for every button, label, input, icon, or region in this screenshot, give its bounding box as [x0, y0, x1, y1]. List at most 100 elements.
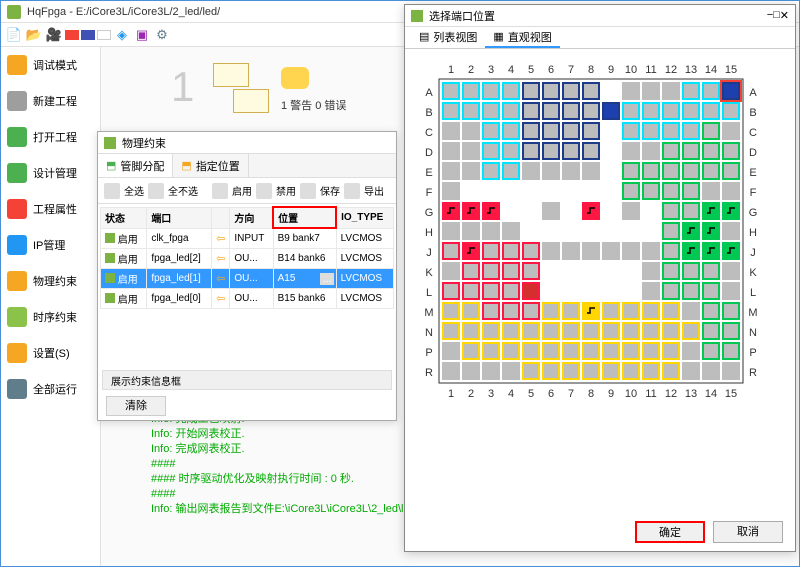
pin-cell[interactable]	[643, 303, 659, 319]
sidebar-item-6[interactable]: 物理约束	[1, 263, 100, 299]
pin-cell[interactable]	[583, 363, 599, 379]
pin-cell[interactable]	[483, 83, 499, 99]
pin-cell[interactable]	[703, 183, 719, 199]
pin-cell[interactable]	[563, 163, 579, 179]
pin-cell[interactable]	[723, 283, 739, 299]
pin-cell[interactable]	[723, 103, 739, 119]
pin-cell[interactable]	[543, 343, 559, 359]
pin-cell[interactable]	[683, 243, 699, 259]
pin-cell[interactable]	[543, 103, 559, 119]
pin-cell[interactable]	[683, 183, 699, 199]
pin-cell[interactable]	[523, 263, 539, 279]
pin-cell[interactable]	[623, 163, 639, 179]
pin-cell[interactable]	[523, 303, 539, 319]
pin-cell[interactable]	[523, 83, 539, 99]
pin-cell[interactable]	[443, 363, 459, 379]
pin-cell[interactable]	[703, 203, 719, 219]
pin-cell[interactable]	[723, 183, 739, 199]
ellipsis-button[interactable]: ...	[320, 273, 333, 285]
pin-cell[interactable]	[583, 343, 599, 359]
pin-cell[interactable]	[583, 123, 599, 139]
pin-cell[interactable]	[683, 263, 699, 279]
pin-cell[interactable]	[483, 123, 499, 139]
pin-cell[interactable]	[563, 343, 579, 359]
pin-cell[interactable]	[463, 283, 479, 299]
pin-cell[interactable]	[543, 243, 559, 259]
pin-cell[interactable]	[663, 343, 679, 359]
pin-cell[interactable]	[623, 103, 639, 119]
pin-cell[interactable]	[543, 323, 559, 339]
pin-cell[interactable]	[503, 263, 519, 279]
col-dir[interactable]: 方向	[230, 207, 273, 228]
sidebar-item-0[interactable]: 调试模式	[1, 47, 100, 83]
sidebar-item-5[interactable]: IP管理	[1, 227, 100, 263]
sidebar-item-3[interactable]: 设计管理	[1, 155, 100, 191]
pin-cell[interactable]	[643, 283, 659, 299]
table-row[interactable]: 启用fpga_led[2]⇦OU...B14 bank6LVCMOS	[101, 248, 394, 268]
pin-cell[interactable]	[703, 343, 719, 359]
pin-cell[interactable]	[723, 143, 739, 159]
pin-cell[interactable]	[463, 363, 479, 379]
pin-cell[interactable]	[503, 143, 519, 159]
pin-cell[interactable]	[563, 123, 579, 139]
pin-cell[interactable]	[563, 83, 579, 99]
pin-grid[interactable]: 1122334455667788991010111112121313141415…	[405, 49, 795, 437]
pin-cell[interactable]	[483, 263, 499, 279]
pin-cell[interactable]	[523, 243, 539, 259]
table-row[interactable]: 启用fpga_led[0]⇦OU...B15 bank6LVCMOS	[101, 288, 394, 308]
clear-button[interactable]: 清除	[106, 396, 166, 416]
gear-icon[interactable]: ⚙	[153, 26, 171, 44]
pin-cell[interactable]	[583, 203, 599, 219]
pin-cell[interactable]	[643, 323, 659, 339]
pin-cell[interactable]	[583, 83, 599, 99]
pin-cell[interactable]	[523, 343, 539, 359]
pin-cell[interactable]	[503, 283, 519, 299]
pin-cell[interactable]	[443, 83, 459, 99]
pin-cell[interactable]	[723, 83, 739, 99]
pin-cell[interactable]	[683, 163, 699, 179]
tab-pin-assign[interactable]: ⬒管脚分配	[98, 154, 173, 177]
pin-cell[interactable]	[723, 363, 739, 379]
pin-cell[interactable]	[443, 163, 459, 179]
pin-cell[interactable]	[683, 343, 699, 359]
pin-cell[interactable]	[463, 323, 479, 339]
record-icon[interactable]: 🎥	[45, 26, 63, 44]
pin-cell[interactable]	[463, 123, 479, 139]
pin-cell[interactable]	[703, 163, 719, 179]
pin-cell[interactable]	[563, 243, 579, 259]
pin-cell[interactable]	[443, 203, 459, 219]
enable-icon[interactable]	[212, 183, 228, 199]
check-all-icon[interactable]	[104, 183, 120, 199]
pin-cell[interactable]	[463, 243, 479, 259]
pin-cell[interactable]	[723, 243, 739, 259]
pin-cell[interactable]	[483, 203, 499, 219]
pin-cell[interactable]	[523, 323, 539, 339]
pin-cell[interactable]	[483, 303, 499, 319]
pin-cell[interactable]	[503, 363, 519, 379]
sidebar-item-2[interactable]: 打开工程	[1, 119, 100, 155]
pin-cell[interactable]	[703, 283, 719, 299]
pin-cell[interactable]	[483, 103, 499, 119]
pin-cell[interactable]	[623, 203, 639, 219]
pin-cell[interactable]	[703, 83, 719, 99]
pin-cell[interactable]	[463, 143, 479, 159]
pin-cell[interactable]	[643, 143, 659, 159]
pin-cell[interactable]	[483, 243, 499, 259]
pin-cell[interactable]	[583, 243, 599, 259]
pin-cell[interactable]	[443, 243, 459, 259]
pin-cell[interactable]	[643, 163, 659, 179]
pin-cell[interactable]	[723, 343, 739, 359]
pin-cell[interactable]	[583, 303, 599, 319]
pin-cell[interactable]	[643, 343, 659, 359]
pin-cell[interactable]	[663, 283, 679, 299]
pin-cell[interactable]	[543, 123, 559, 139]
pin-cell[interactable]	[503, 303, 519, 319]
pin-cell[interactable]	[523, 103, 539, 119]
pin-cell[interactable]	[683, 203, 699, 219]
pin-cell[interactable]	[503, 343, 519, 359]
pin-cell[interactable]	[623, 183, 639, 199]
pin-cell[interactable]	[663, 103, 679, 119]
pin-cell[interactable]	[603, 323, 619, 339]
pin-cell[interactable]	[563, 323, 579, 339]
pin-cell[interactable]	[683, 363, 699, 379]
